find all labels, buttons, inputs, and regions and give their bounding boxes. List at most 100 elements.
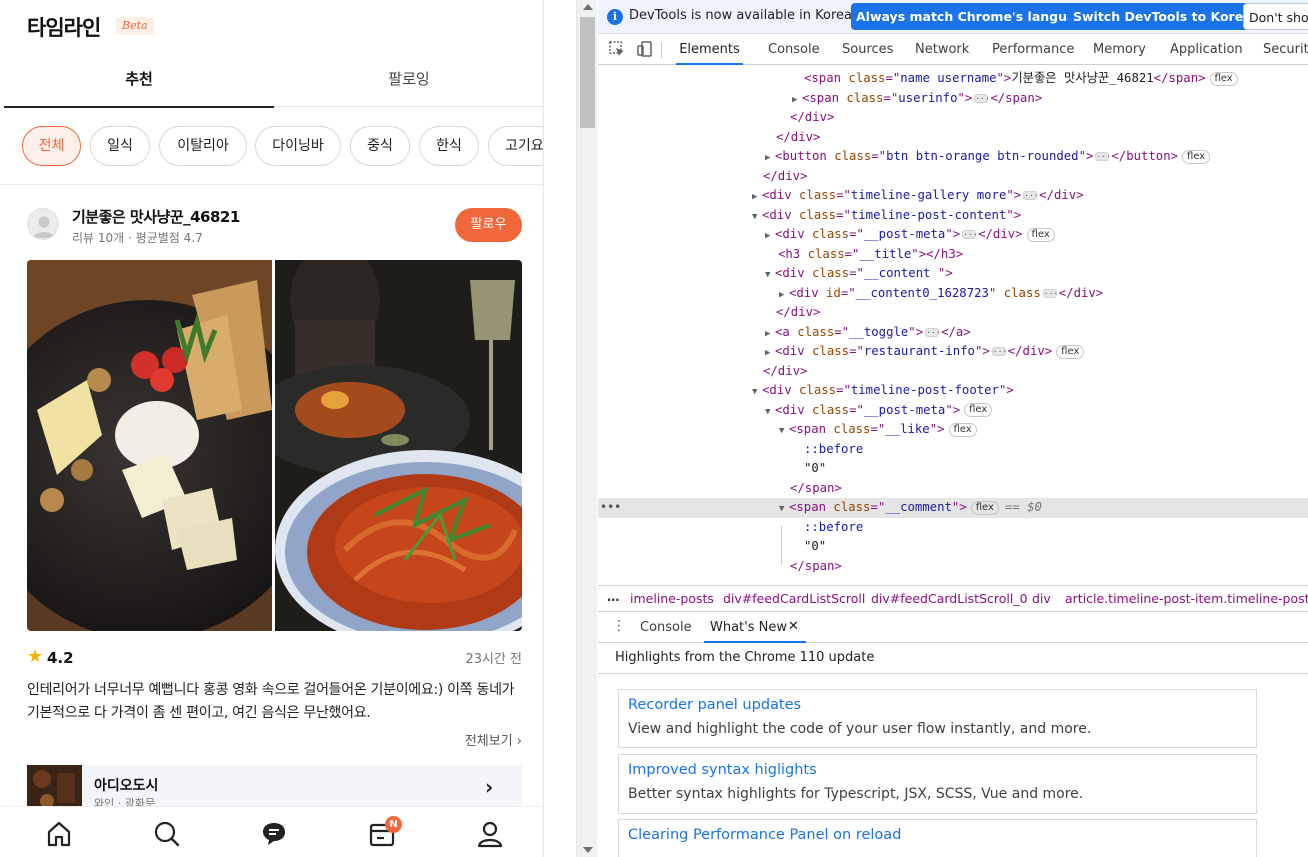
scroll-down-icon[interactable] <box>583 847 593 853</box>
ellipsis-icon[interactable]: ··· <box>962 230 978 239</box>
chip-all[interactable]: 전체 <box>22 126 81 166</box>
tab-recommended[interactable]: 추천 <box>4 54 274 108</box>
dont-show-button[interactable]: Don't sho <box>1243 3 1308 30</box>
flex-badge[interactable]: flex <box>1182 149 1211 164</box>
post-gallery[interactable] <box>27 260 522 631</box>
dom-node[interactable]: </span> <box>598 479 1308 499</box>
chat-icon[interactable] <box>259 819 289 849</box>
notification-badge: N <box>385 816 402 833</box>
chip-dining-bar[interactable]: 다이닝바 <box>255 126 341 166</box>
flex-badge[interactable]: flex <box>1026 227 1055 242</box>
ellipsis-icon[interactable]: ··· <box>1023 191 1039 200</box>
dom-tree[interactable]: <span class="name username">기분좋은 맛사냥꾼_46… <box>598 66 1308 585</box>
ellipsis-icon[interactable]: ··· <box>1095 152 1111 161</box>
tab-following[interactable]: 팔로잉 <box>274 54 543 107</box>
dom-node[interactable]: ▼ <span class="__like"> flex <box>598 420 1308 440</box>
dom-node[interactable]: ▶ <div id="__content0_1628723" class ···</… <box>598 284 1308 304</box>
scroll-up-icon[interactable] <box>583 4 593 10</box>
page-scrollbar[interactable] <box>576 0 597 857</box>
dom-node[interactable]: ▼ <div class="__content "> <box>598 264 1308 284</box>
chip-chinese[interactable]: 중식 <box>350 126 410 166</box>
feature-card-title[interactable]: Improved syntax higlights <box>628 762 817 778</box>
flex-badge[interactable]: flex <box>970 500 999 515</box>
chip-meat[interactable]: 고기요 <box>488 126 543 166</box>
breadcrumb-item[interactable]: article.timeline-post-item.timeline-post… <box>1065 586 1308 611</box>
post-username[interactable]: 기분좋은 맛사냥꾼_46821 <box>72 206 240 227</box>
close-icon[interactable]: ✕ <box>788 613 799 641</box>
dom-node[interactable]: ▼ <div class="timeline-post-content"> <box>598 206 1308 226</box>
switch-korean-button[interactable]: Switch DevTools to Korean <box>1068 3 1266 30</box>
avatar[interactable] <box>27 208 59 240</box>
tab-security[interactable]: Security <box>1263 34 1308 65</box>
dom-node[interactable]: ▶ <button class="btn btn-orange btn-round… <box>598 147 1308 167</box>
breadcrumb-more-icon[interactable]: … <box>607 586 620 609</box>
star-icon: ★ <box>27 646 44 667</box>
more-actions-icon[interactable]: ••• <box>600 500 621 514</box>
tab-memory[interactable]: Memory <box>1093 34 1146 65</box>
tab-console[interactable]: Console <box>768 34 820 65</box>
home-icon[interactable] <box>44 819 74 849</box>
dom-node[interactable]: </div> <box>598 128 1308 148</box>
language-infobar: i DevTools is now available in Korean! A… <box>598 0 1308 34</box>
dom-node[interactable]: </span> <box>598 557 1308 577</box>
dom-node[interactable]: </div> <box>598 362 1308 382</box>
flex-badge[interactable]: flex <box>948 422 977 437</box>
match-language-button[interactable]: Always match Chrome's language <box>851 3 1098 30</box>
dom-node[interactable]: ▶ <span class="userinfo"> ···</span> <box>598 89 1308 109</box>
feature-card-title[interactable]: Clearing Performance Panel on reload <box>628 827 901 843</box>
dom-node[interactable]: ::before <box>598 440 1308 460</box>
drawer-tab-console[interactable]: Console <box>640 613 692 643</box>
dom-attr-value: name username <box>900 71 997 85</box>
follow-button[interactable]: 팔로우 <box>455 208 522 242</box>
ellipsis-icon[interactable]: ··· <box>974 93 990 103</box>
dom-node[interactable]: ::before <box>598 518 1308 538</box>
breadcrumb-item[interactable]: div#feedCardListScroll_0 <box>871 586 1028 611</box>
page-title: 타임라인 <box>27 16 101 40</box>
dom-node[interactable]: </div> <box>598 108 1308 128</box>
dom-node[interactable]: ▶ <div class="restaurant-info"> ···</div> f… <box>598 342 1308 362</box>
tab-network[interactable]: Network <box>915 34 969 65</box>
feature-card[interactable]: Improved syntax higlights Better syntax … <box>618 754 1257 814</box>
scroll-thumb[interactable] <box>580 17 595 128</box>
dom-node[interactable]: ▼ <div class="timeline-post-footer"> <box>598 381 1308 401</box>
flex-badge[interactable]: flex <box>1056 344 1085 359</box>
tab-sources[interactable]: Sources <box>842 34 893 65</box>
breadcrumb-item[interactable]: div <box>1032 586 1051 611</box>
chip-italian[interactable]: 이탈리아 <box>159 126 247 166</box>
dom-node[interactable]: ▶ <div class="timeline-gallery more"> ···<… <box>598 186 1308 206</box>
search-icon[interactable] <box>152 819 182 849</box>
dom-node[interactable]: "0" <box>598 537 1308 557</box>
breadcrumb-item[interactable]: imeline-posts <box>630 586 714 611</box>
ellipsis-icon[interactable]: ··· <box>925 327 941 337</box>
chip-korean[interactable]: 한식 <box>419 126 479 166</box>
inspect-element-icon[interactable] <box>608 40 626 58</box>
feature-card[interactable]: Clearing Performance Panel on reload <box>618 819 1257 857</box>
profile-icon[interactable] <box>475 819 505 849</box>
restaurant-card[interactable]: 아디오도시 와인 · 광화문 › <box>27 765 522 811</box>
feature-card[interactable]: Recorder panel updates View and highligh… <box>618 689 1257 748</box>
flex-badge[interactable]: flex <box>1209 71 1238 86</box>
ellipsis-icon[interactable]: ··· <box>991 347 1007 356</box>
feature-card-title[interactable]: Recorder panel updates <box>628 697 801 713</box>
flex-badge[interactable]: flex <box>964 403 993 417</box>
dom-node[interactable]: ▶ <div class="__post-meta"> ···</div> flex <box>598 225 1308 245</box>
device-toolbar-icon[interactable] <box>636 40 654 58</box>
dom-node-selected[interactable]: ▼ <span class="__comment"> flex == $0 <box>598 498 1308 518</box>
see-all-link[interactable]: 전체보기 › <box>440 730 522 749</box>
tab-application[interactable]: Application <box>1170 34 1243 65</box>
chip-japanese[interactable]: 일식 <box>90 126 150 166</box>
drawer-tab-label: What's New <box>710 620 787 635</box>
dom-node[interactable]: <h3 class="__title"></h3> <box>598 245 1308 265</box>
breadcrumb-item[interactable]: div#feedCardListScroll <box>723 586 865 611</box>
ellipsis-icon[interactable]: ··· <box>1042 288 1058 298</box>
drawer-menu-icon[interactable]: ⋮ <box>612 619 626 633</box>
dom-node[interactable]: ▼ <div class="__post-meta"> flex <box>598 401 1308 421</box>
dom-node[interactable]: <span class="name username">기분좋은 맛사냥꾼_46… <box>598 69 1308 89</box>
tab-elements[interactable]: Elements <box>676 34 743 65</box>
dom-node[interactable]: </div> <box>598 303 1308 323</box>
tab-performance[interactable]: Performance <box>992 34 1074 65</box>
dom-node[interactable]: </div> <box>598 167 1308 187</box>
chevron-right-icon: › <box>516 734 522 749</box>
dom-node[interactable]: ▶ <a class="__toggle"> ···</a> <box>598 323 1308 343</box>
dom-node[interactable]: "0" <box>598 459 1308 479</box>
